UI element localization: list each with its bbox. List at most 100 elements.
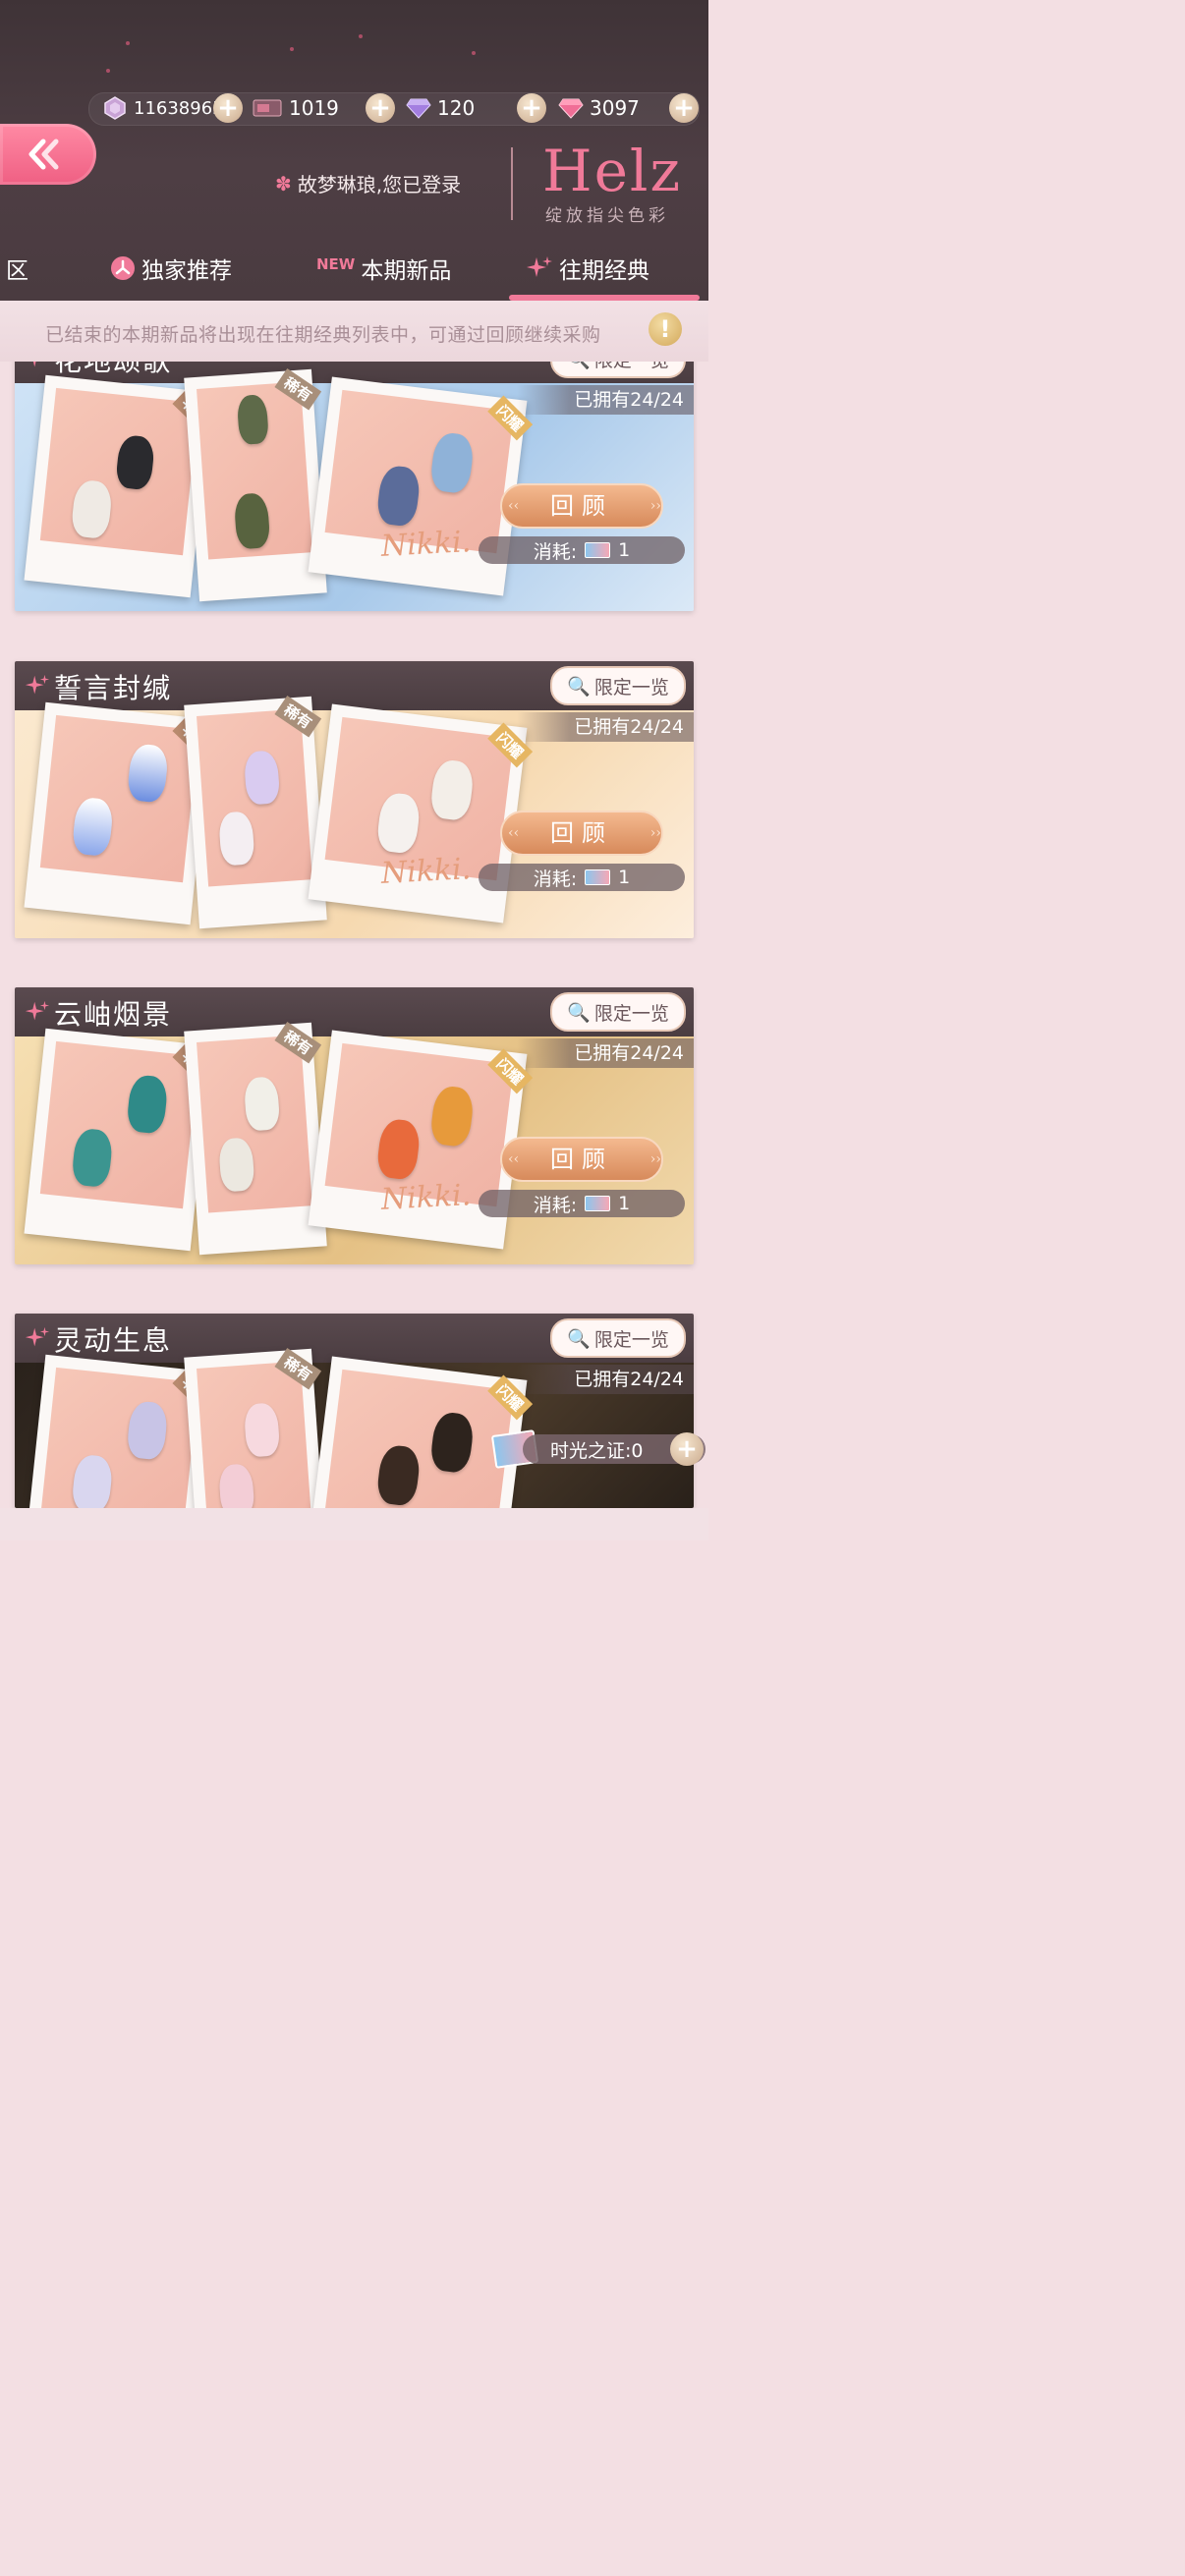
tab-label: 独家推荐 xyxy=(141,258,232,284)
sparkle-decoration xyxy=(472,51,476,55)
signature: Nikki. xyxy=(380,852,473,891)
search-icon: 🔍 xyxy=(567,675,591,698)
pink-diamond-icon xyxy=(558,95,584,121)
currency-value: 3097 xyxy=(590,96,640,120)
bottom-edge xyxy=(0,1508,708,1540)
currency-crystal: 11638965 xyxy=(102,94,224,122)
cost-value: 1 xyxy=(618,1193,631,1214)
add-time-proof-button[interactable]: + xyxy=(670,1432,704,1466)
nail-photo: 非凡 xyxy=(24,374,218,598)
nail-set-card: 灵动生息 🔍限定一览 非凡 稀有 闪耀 已拥有24/24 xyxy=(15,1314,694,1508)
currency-value: 120 xyxy=(437,96,476,120)
sparkle-icon xyxy=(526,255,553,281)
ticket-icon xyxy=(585,1196,611,1211)
currency-value: 1019 xyxy=(289,96,339,120)
limited-list-label: 限定一览 xyxy=(593,1002,669,1025)
tab-label: 本期新品 xyxy=(361,258,452,284)
sparkle-icon xyxy=(25,1326,50,1347)
cost-bar: 消耗: 1 xyxy=(479,864,685,891)
cost-label: 消耗: xyxy=(533,868,578,890)
crystal-icon xyxy=(102,95,128,121)
flower-icon: ✽ xyxy=(275,171,292,196)
info-icon[interactable]: ! xyxy=(649,312,682,346)
signature: Nikki. xyxy=(380,1178,473,1217)
sparkle-decoration xyxy=(126,41,130,45)
card-title: 灵动生息 xyxy=(54,1324,173,1357)
sparkle-decoration xyxy=(106,69,110,73)
owned-count: 已拥有24/24 xyxy=(517,1038,694,1068)
add-pink-diamond-button[interactable]: + xyxy=(669,93,699,123)
search-icon: 🔍 xyxy=(567,1327,591,1350)
review-button[interactable]: ‹‹ 回顾 ›› xyxy=(500,483,663,529)
notice-text: 已结束的本期新品将出现在往期经典列表中，可通过回顾继续采购 xyxy=(45,324,601,346)
nail-photo: 非凡 xyxy=(24,1028,218,1252)
nail-photo: 非凡 xyxy=(24,1354,218,1508)
cost-bar: 消耗: 1 xyxy=(479,536,685,564)
currency-purple-diamond: 120 xyxy=(406,94,475,122)
card-title: 誓言封缄 xyxy=(54,672,173,704)
nail-set-card: 花地颂歌 🔍限定一览 非凡 稀有 闪耀 Nikki. 已拥有24/24 ‹‹回顾… xyxy=(15,334,694,611)
review-label: 回顾 xyxy=(550,819,613,847)
add-ticket-button[interactable]: + xyxy=(366,93,395,123)
limited-list-button[interactable]: 🔍限定一览 xyxy=(550,1318,686,1358)
recommend-icon xyxy=(110,255,136,281)
nail-set-card: 云岫烟景 🔍限定一览 非凡 稀有 闪耀 Nikki. 已拥有24/24 ‹‹回顾… xyxy=(15,987,694,1264)
cost-label: 消耗: xyxy=(533,540,578,563)
back-button[interactable] xyxy=(0,124,96,185)
tab-partial[interactable]: 区 xyxy=(6,252,28,285)
nail-photo: 稀有 xyxy=(184,367,327,602)
owned-count: 已拥有24/24 xyxy=(517,385,694,415)
time-proof-currency: 时光之证:0 + xyxy=(523,1432,705,1466)
ticket-icon xyxy=(252,95,283,121)
card-header: 云岫烟景 🔍 限定一览 xyxy=(15,987,694,1036)
tab-new[interactable]: NEW 本期新品 xyxy=(316,252,451,285)
tab-label: 区 xyxy=(6,258,28,284)
sparkle-icon xyxy=(25,674,50,695)
cost-value: 1 xyxy=(618,867,631,888)
brand-logo: Helz xyxy=(542,138,683,204)
nail-set-card: 誓言封缄 🔍限定一览 非凡 稀有 闪耀 Nikki. 已拥有24/24 ‹‹回顾… xyxy=(15,661,694,938)
review-button[interactable]: ‹‹ 回顾 ›› xyxy=(500,811,663,856)
card-header: 誓言封缄 🔍 限定一览 xyxy=(15,661,694,710)
card-title: 云岫烟景 xyxy=(54,998,173,1031)
tab-label: 往期经典 xyxy=(559,258,649,284)
add-crystal-button[interactable]: + xyxy=(213,93,243,123)
login-status: ✽ 故梦琳琅,您已登录 xyxy=(275,169,461,197)
nail-photo: 稀有 xyxy=(184,695,327,929)
sparkle-decoration xyxy=(359,34,363,38)
double-chevron-left-icon xyxy=(28,139,59,170)
tab-exclusive[interactable]: 独家推荐 xyxy=(110,252,232,285)
review-label: 回顾 xyxy=(550,1146,613,1173)
review-button[interactable]: ‹‹ 回顾 ›› xyxy=(500,1137,663,1182)
sparkle-decoration xyxy=(290,47,294,51)
card-header: 灵动生息 🔍 限定一览 xyxy=(15,1314,694,1363)
limited-list-label: 限定一览 xyxy=(593,1328,669,1351)
owned-count: 已拥有24/24 xyxy=(517,1365,694,1394)
ticket-icon xyxy=(585,869,611,885)
add-purple-diamond-button[interactable]: + xyxy=(517,93,546,123)
nail-photo: 闪耀 xyxy=(308,1356,534,1508)
sparkle-icon xyxy=(25,1000,50,1021)
ticket-icon xyxy=(585,542,611,558)
tab-classic[interactable]: 往期经典 xyxy=(526,252,649,285)
limited-list-label: 限定一览 xyxy=(593,676,669,699)
limited-list-button[interactable]: 🔍限定一览 xyxy=(550,666,686,705)
divider xyxy=(511,147,513,220)
cost-label: 消耗: xyxy=(533,1194,578,1216)
nail-photo: 非凡 xyxy=(24,701,218,925)
nail-photo: 稀有 xyxy=(184,1347,327,1508)
cost-bar: 消耗: 1 xyxy=(479,1190,685,1217)
new-badge: NEW xyxy=(316,255,356,273)
cost-value: 1 xyxy=(618,539,631,561)
review-label: 回顾 xyxy=(550,492,613,520)
currency-pink-diamond: 3097 xyxy=(558,94,640,122)
brand-tagline: 绽放指尖色彩 xyxy=(545,206,669,226)
purple-diamond-icon xyxy=(406,95,431,121)
owned-count: 已拥有24/24 xyxy=(517,712,694,742)
nail-photo: 稀有 xyxy=(184,1021,327,1256)
limited-list-button[interactable]: 🔍限定一览 xyxy=(550,992,686,1032)
signature: Nikki. xyxy=(380,525,473,564)
time-proof-label: 时光之证:0 xyxy=(550,1439,644,1462)
currency-ticket: 1019 xyxy=(252,94,339,122)
search-icon: 🔍 xyxy=(567,1001,591,1024)
